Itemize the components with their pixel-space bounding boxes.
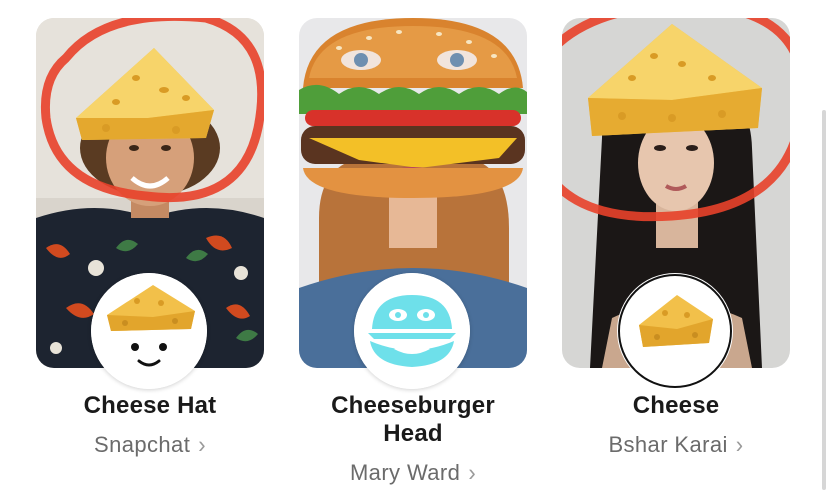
lens-title[interactable]: Cheese Hat — [36, 392, 264, 420]
lens-creator-link[interactable]: Bshar Karai › — [562, 430, 790, 459]
creator-name: Mary Ward — [349, 460, 461, 485]
chevron-right-icon: › — [468, 458, 477, 487]
cheese-wedge-icon[interactable] — [617, 273, 733, 389]
burger-face-icon[interactable] — [354, 273, 470, 389]
lens-title[interactable]: Cheeseburger Head — [299, 392, 527, 448]
chevron-right-icon: › — [735, 430, 744, 459]
scrollbar[interactable] — [822, 110, 826, 490]
lens-title[interactable]: Cheese — [562, 392, 790, 420]
creator-name: Bshar Karai — [608, 432, 728, 457]
lens-creator-link[interactable]: Snapchat › — [36, 430, 264, 459]
lens-creator-link[interactable]: Mary Ward › — [299, 458, 527, 487]
creator-name: Snapchat — [94, 432, 191, 457]
chevron-right-icon: › — [198, 430, 206, 459]
cheese-hat-face-icon[interactable] — [91, 273, 207, 389]
